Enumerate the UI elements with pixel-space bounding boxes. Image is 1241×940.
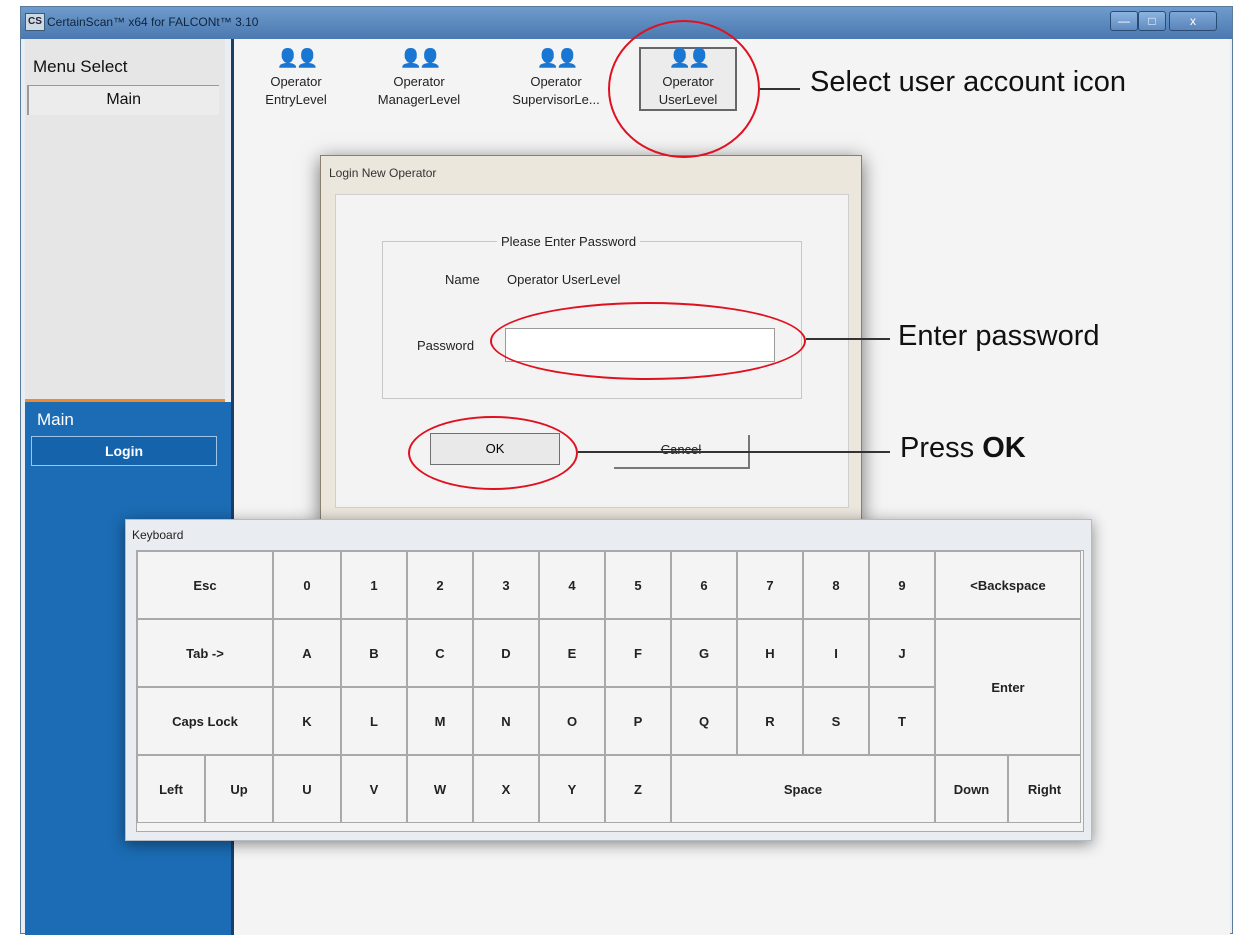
key-down[interactable]: Down	[935, 755, 1008, 823]
login-button[interactable]: Login	[31, 436, 217, 466]
name-label: Name	[445, 272, 480, 287]
key-9[interactable]: 9	[869, 551, 935, 619]
operator-label: Operator	[530, 74, 582, 89]
minimize-button[interactable]: —	[1110, 11, 1138, 31]
maximize-button[interactable]: □	[1138, 11, 1166, 31]
key-tab[interactable]: Tab ->	[137, 619, 273, 687]
key-l[interactable]: L	[341, 687, 407, 755]
key-caps-lock[interactable]: Caps Lock	[137, 687, 273, 755]
key-w[interactable]: W	[407, 755, 473, 823]
key-i[interactable]: I	[803, 619, 869, 687]
key-t[interactable]: T	[869, 687, 935, 755]
keys-grid: Esc 0 1 2 3 4 5 6 7 8 9 <Backspace Tab -> A B C D E F G H I J E…	[137, 551, 1083, 831]
users-icon: 👤👤	[276, 48, 319, 68]
key-a[interactable]: A	[273, 619, 341, 687]
annotation-password-ellipse	[490, 302, 806, 380]
key-g[interactable]: G	[671, 619, 737, 687]
key-0[interactable]: 0	[273, 551, 341, 619]
sidebar-section-label: Main	[37, 410, 74, 429]
key-u[interactable]: U	[273, 755, 341, 823]
key-7[interactable]: 7	[737, 551, 803, 619]
annotation-press-prefix: Press	[900, 432, 983, 464]
close-button[interactable]: x	[1169, 11, 1217, 31]
key-b[interactable]: B	[341, 619, 407, 687]
annotation-line	[578, 451, 890, 453]
key-o[interactable]: O	[539, 687, 605, 755]
key-4[interactable]: 4	[539, 551, 605, 619]
key-right[interactable]: Right	[1008, 755, 1081, 823]
annotation-circle-icon	[608, 20, 760, 158]
key-left[interactable]: Left	[137, 755, 205, 823]
annotation-ok-ellipse	[408, 416, 578, 490]
password-label: Password	[417, 338, 475, 353]
app-logo-icon: CS	[25, 13, 45, 31]
annotation-press-ok: Press OK	[900, 432, 1026, 465]
operator-label: Operator	[270, 74, 322, 89]
annotation-line	[760, 88, 800, 90]
annotation-select-icon: Select user account icon	[810, 66, 1126, 98]
key-r[interactable]: R	[737, 687, 803, 755]
group-label: Please Enter Password	[497, 234, 641, 249]
menu-select-title: Menu Select	[33, 57, 128, 76]
operator-managerlevel[interactable]: 👤👤 Operator ManagerLevel	[364, 49, 474, 109]
annotation-line	[806, 338, 890, 340]
key-m[interactable]: M	[407, 687, 473, 755]
key-8[interactable]: 8	[803, 551, 869, 619]
key-up[interactable]: Up	[205, 755, 273, 823]
key-y[interactable]: Y	[539, 755, 605, 823]
keyboard-title: Keyboard	[132, 528, 184, 542]
key-k[interactable]: K	[273, 687, 341, 755]
key-space[interactable]: Space	[671, 755, 935, 823]
key-f[interactable]: F	[605, 619, 671, 687]
key-3[interactable]: 3	[473, 551, 539, 619]
key-x[interactable]: X	[473, 755, 539, 823]
operator-level: EntryLevel	[265, 92, 327, 107]
onscreen-keyboard: Keyboard Esc 0 1 2 3 4 5 6 7 8 9 <Backspace Tab -> A B…	[125, 519, 1092, 841]
key-n[interactable]: N	[473, 687, 539, 755]
key-s[interactable]: S	[803, 687, 869, 755]
menu-select-panel: Menu Select Main	[25, 39, 225, 402]
menu-item-main[interactable]: Main	[27, 85, 219, 115]
dialog-title: Login New Operator	[329, 166, 437, 180]
operator-entrylevel[interactable]: 👤👤 Operator EntryLevel	[252, 49, 340, 109]
key-backspace[interactable]: <Backspace	[935, 551, 1081, 619]
annotation-enter-password: Enter password	[898, 320, 1100, 352]
key-v[interactable]: V	[341, 755, 407, 823]
operator-level: ManagerLevel	[377, 92, 461, 107]
key-p[interactable]: P	[605, 687, 671, 755]
key-1[interactable]: 1	[341, 551, 407, 619]
title-bar: CS CertainScan™ x64 for FALCONt™ 3.10 — …	[21, 7, 1232, 39]
key-esc[interactable]: Esc	[137, 551, 273, 619]
operator-label: Operator	[393, 74, 445, 89]
users-icon: 👤👤	[536, 48, 579, 68]
annotation-press-bold: OK	[982, 432, 1026, 464]
key-h[interactable]: H	[737, 619, 803, 687]
key-c[interactable]: C	[407, 619, 473, 687]
key-j[interactable]: J	[869, 619, 935, 687]
key-z[interactable]: Z	[605, 755, 671, 823]
key-enter[interactable]: Enter	[935, 619, 1081, 755]
key-q[interactable]: Q	[671, 687, 737, 755]
users-icon: 👤👤	[399, 48, 442, 68]
operator-level: SupervisorLe...	[512, 92, 600, 107]
operator-supervisorlevel[interactable]: 👤👤 Operator SupervisorLe...	[496, 49, 616, 109]
key-5[interactable]: 5	[605, 551, 671, 619]
keyboard-body: Esc 0 1 2 3 4 5 6 7 8 9 <Backspace Tab -> A B C D E F G H I J E…	[136, 550, 1084, 832]
key-2[interactable]: 2	[407, 551, 473, 619]
key-e[interactable]: E	[539, 619, 605, 687]
key-6[interactable]: 6	[671, 551, 737, 619]
name-value: Operator UserLevel	[507, 272, 621, 287]
window-title: CertainScan™ x64 for FALCONt™ 3.10	[47, 15, 259, 29]
key-d[interactable]: D	[473, 619, 539, 687]
